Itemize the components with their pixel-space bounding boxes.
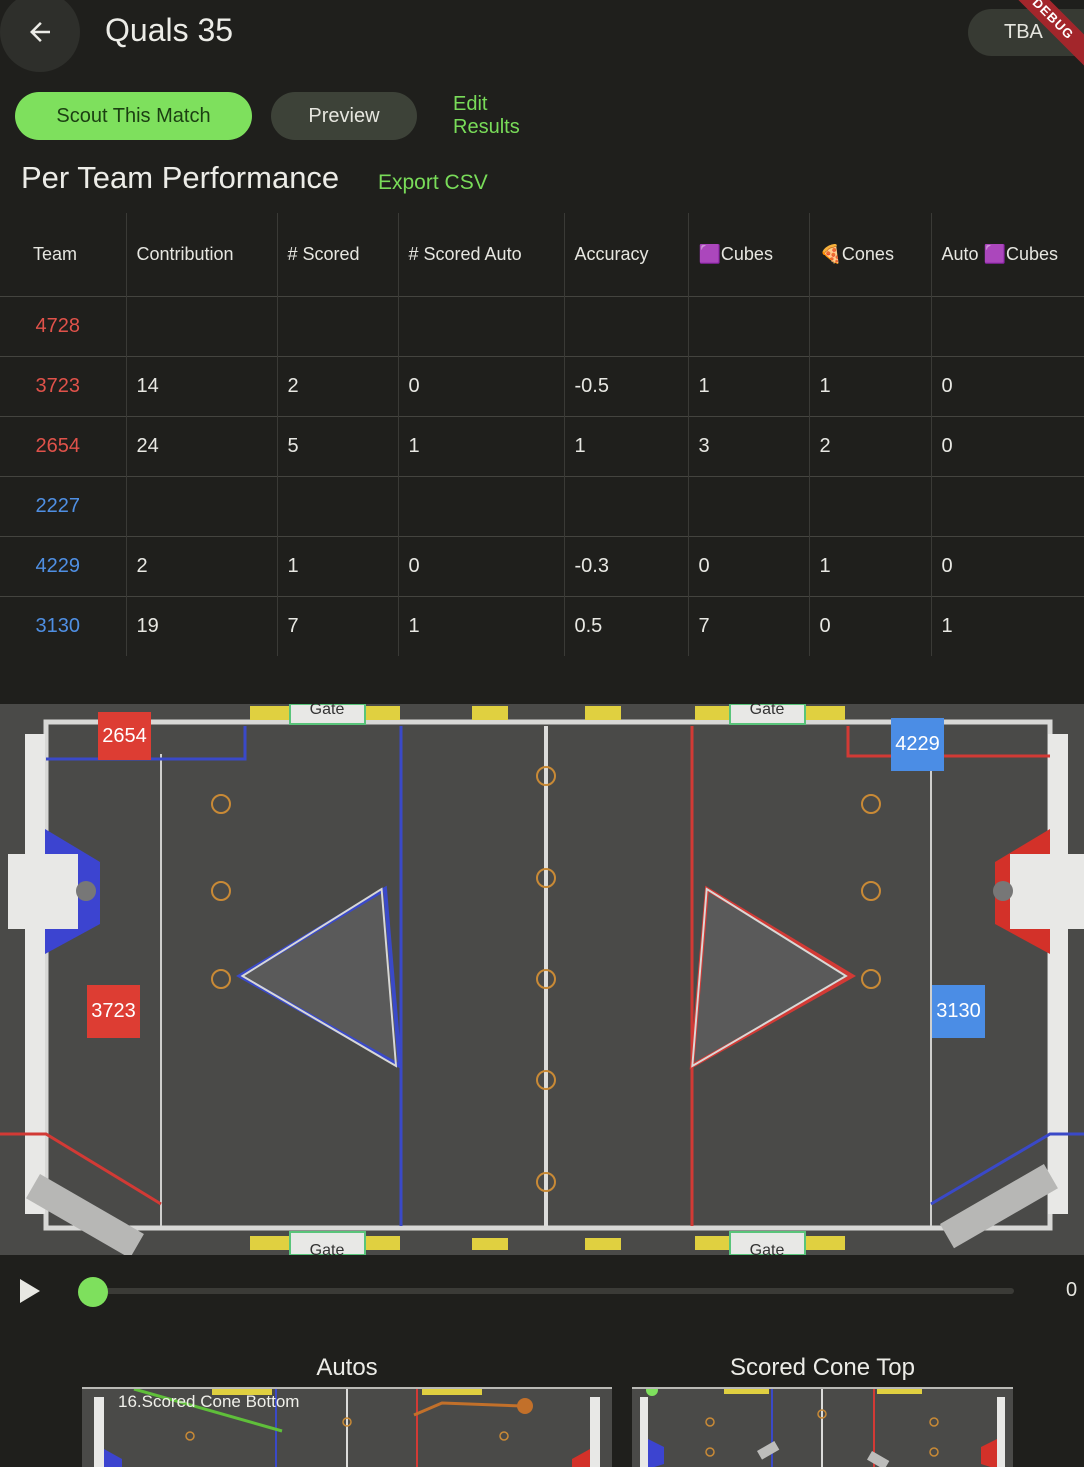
column-header: Auto 🟪Cubes [941,243,1058,264]
playback-controls: 0 [0,1265,1084,1317]
table-cell [277,295,399,356]
scored-cone-top-thumbnail[interactable] [632,1387,1013,1467]
table-cell: 0 [398,535,565,596]
table-row: 4229 2 1 0 -0.3 0 1 0 [0,535,1084,596]
play-icon[interactable] [18,1278,42,1304]
section-title: Per Team Performance [21,160,340,195]
app-bar: Quals 35 TBA [0,0,1084,72]
preview-button[interactable]: Preview [271,92,417,140]
gate-label: Gate [310,704,345,718]
field-map[interactable]: Gate Gate Gate Gate 2654 3723 4229 3130 [0,704,1084,1255]
table-cell [398,475,565,536]
table-cell [809,295,932,356]
team-link[interactable]: 2227 [0,475,127,536]
table-cell: 1 [398,415,565,476]
table-cell: 1 [564,415,689,476]
table-cell: 2 [126,535,278,596]
table-cell: 1 [688,355,810,416]
table-cell: 7 [688,595,810,656]
table-cell: 0 [398,355,565,416]
table-cell: 1 [277,535,399,596]
gate-label: Gate [750,1242,785,1255]
robot-marker[interactable]: 4229 [891,718,944,771]
team-link[interactable]: 3723 [0,355,127,416]
robot-marker[interactable]: 3723 [87,985,140,1038]
table-cell: 0 [931,535,1084,596]
team-link[interactable]: 3130 [0,595,127,656]
scout-match-button[interactable]: Scout This Match [15,92,252,140]
edit-results-button[interactable]: Edit Results [453,92,520,140]
table-cell: 1 [398,595,565,656]
table-cell: 0 [809,595,932,656]
table-cell [809,475,932,536]
column-header: # Scored [277,213,399,296]
table-cell: 0.5 [564,595,689,656]
column-header: # Scored Auto [398,213,565,296]
table-cell: 1 [809,535,932,596]
table-cell [931,295,1084,356]
back-button[interactable] [0,0,80,72]
field-drawing: Gate Gate Gate Gate [0,704,1084,1255]
table-cell [931,475,1084,536]
team-link[interactable]: 4728 [0,295,127,356]
export-csv-button[interactable]: Export CSV [378,171,488,195]
time-value: 0 [1066,1279,1078,1301]
table-cell: 1 [931,595,1084,656]
table-row: 2227 [0,475,1084,536]
table-row: 3723 14 2 0 -0.5 1 1 0 [0,355,1084,416]
thumbnail-title: Autos [316,1354,378,1381]
table-cell: 2 [277,355,399,416]
table-cell: 14 [126,355,278,416]
column-header: 🟪Cubes [688,213,810,296]
table-cell: 7 [277,595,399,656]
table-cell: -0.5 [564,355,689,416]
autos-thumbnail[interactable]: 16.Scored Cone Bottom [82,1387,612,1467]
arrow-back-icon [30,22,50,42]
team-link[interactable]: 2654 [0,415,127,476]
timeline-slider-thumb[interactable] [78,1277,108,1307]
table-cell [564,475,689,536]
table-row: 3130 19 7 1 0.5 7 0 1 [0,595,1084,656]
column-header: 🍕Cones [809,213,932,296]
table-row: 2654 24 5 1 1 3 2 0 [0,415,1084,476]
table-cell: 0 [688,535,810,596]
table-cell: 3 [688,415,810,476]
table-cell [277,475,399,536]
table-cell [564,295,689,356]
table-cell: 24 [126,415,278,476]
performance-table: Team Contribution # Scored # Scored Auto… [0,213,1084,656]
thumbnail-title: Scored Cone Top [729,1354,915,1381]
table-cell: 1 [809,355,932,416]
table-cell: 0 [931,355,1084,416]
table-cell [398,295,565,356]
robot-marker[interactable]: 3130 [932,985,985,1038]
column-header: Team [0,213,127,296]
table-header-row: Team Contribution # Scored # Scored Auto… [0,213,1084,296]
table-cell: 5 [277,415,399,476]
scored-cone-thumbnail-map [632,1389,1013,1467]
timeline-slider[interactable] [92,1288,1014,1294]
gate-label: Gate [750,704,785,718]
table-cell [126,295,278,356]
auto-event-label: 16.Scored Cone Bottom [118,1392,300,1411]
table-cell [126,475,278,536]
table-row: 4728 [0,295,1084,356]
gate-label: Gate [310,1242,345,1255]
team-link[interactable]: 4229 [0,535,127,596]
page-title: Quals 35 [105,12,234,48]
table-cell [688,475,810,536]
table-cell [688,295,810,356]
robot-marker[interactable]: 2654 [98,712,151,760]
table-cell: 0 [931,415,1084,476]
column-header: Contribution [126,213,278,296]
table-cell: 2 [809,415,932,476]
table-cell: -0.3 [564,535,689,596]
column-header: Accuracy [564,213,689,296]
table-cell: 19 [126,595,278,656]
